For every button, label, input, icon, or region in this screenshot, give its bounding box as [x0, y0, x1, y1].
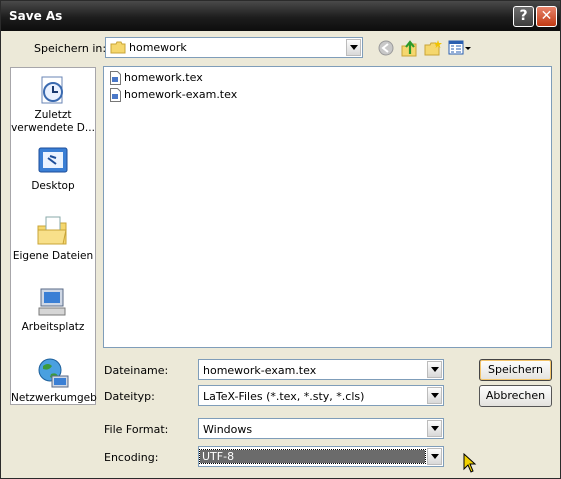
places-bar: Zuletzt verwendete D... Desktop Eigene D… — [10, 67, 97, 405]
place-recent[interactable]: Zuletzt verwendete D... — [11, 73, 95, 135]
window-title: Save As — [9, 9, 63, 23]
encoding-dropdown[interactable]: UTF-8 — [198, 446, 444, 467]
my-computer-icon — [38, 288, 66, 316]
file-format-dropdown-arrow[interactable] — [427, 420, 442, 437]
file-name: homework-exam.tex — [124, 88, 238, 101]
place-desktop[interactable]: Desktop — [11, 144, 95, 193]
cancel-button[interactable]: Abbrechen — [479, 385, 552, 407]
file-format-dropdown[interactable]: Windows — [198, 418, 444, 439]
place-network-label: Netzwerkumgeb — [11, 392, 97, 404]
file-format-value: Windows — [203, 423, 253, 436]
place-my-documents-label: Eigene Dateien — [12, 250, 94, 262]
place-network[interactable]: Netzwerkumgeb — [11, 356, 97, 405]
filetype-label: Dateityp: — [104, 390, 155, 403]
help-button[interactable]: ? — [513, 6, 534, 27]
lookin-dropdown[interactable]: homework — [105, 37, 363, 58]
file-list[interactable]: homework.tex homework-exam.tex — [103, 66, 552, 348]
encoding-label: Encoding: — [104, 451, 159, 464]
close-button[interactable]: ✕ — [536, 6, 557, 27]
folder-icon — [110, 41, 126, 54]
network-places-icon — [38, 358, 69, 388]
filename-label: Dateiname: — [104, 364, 169, 377]
title-bar: Save As ? ✕ — [1, 1, 560, 31]
back-icon[interactable] — [378, 40, 394, 56]
save-button[interactable]: Speichern — [479, 359, 552, 381]
filename-input[interactable]: homework-exam.tex — [198, 359, 444, 380]
place-my-documents[interactable]: Eigene Dateien — [11, 214, 95, 263]
mouse-cursor-icon — [463, 453, 477, 473]
lookin-label: Speichern in: — [34, 42, 107, 55]
filename-dropdown-arrow[interactable] — [427, 361, 442, 378]
filename-value: homework-exam.tex — [203, 364, 317, 377]
save-as-dialog: Save As ? ✕ Speichern in: homework Zulet… — [0, 0, 561, 479]
place-my-computer-label: Arbeitsplatz — [21, 321, 85, 333]
filetype-dropdown-arrow[interactable] — [427, 387, 442, 404]
place-my-computer[interactable]: Arbeitsplatz — [11, 285, 95, 334]
encoding-dropdown-arrow[interactable] — [427, 448, 442, 465]
file-name: homework.tex — [124, 71, 203, 84]
tex-file-icon — [110, 71, 121, 85]
filetype-dropdown[interactable]: LaTeX-Files (*.tex, *.sty, *.cls) — [198, 385, 444, 406]
lookin-value: homework — [129, 41, 187, 54]
recent-documents-icon — [41, 76, 63, 104]
lookin-dropdown-arrow[interactable] — [346, 39, 361, 56]
up-folder-icon[interactable] — [401, 39, 418, 57]
new-folder-icon[interactable] — [424, 39, 442, 57]
my-documents-icon — [37, 216, 67, 245]
encoding-value: UTF-8 — [199, 449, 426, 464]
file-format-label: File Format: — [104, 423, 169, 436]
tex-file-icon — [110, 88, 121, 102]
place-desktop-label: Desktop — [31, 180, 75, 192]
views-menu-icon[interactable] — [448, 40, 472, 56]
place-recent-label: Zuletzt verwendete D... — [11, 109, 95, 134]
desktop-icon — [38, 147, 68, 173]
filetype-value: LaTeX-Files (*.tex, *.sty, *.cls) — [203, 390, 365, 403]
